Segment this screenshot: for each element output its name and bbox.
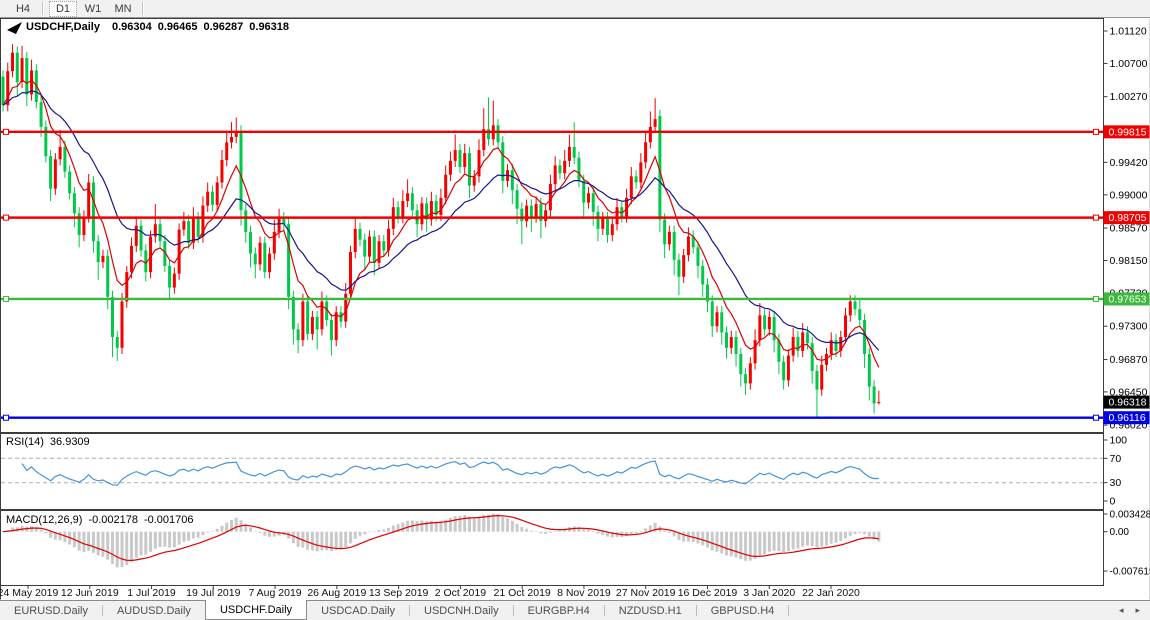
ohlc-low: 0.96287 (204, 21, 244, 33)
svg-text:2 Oct 2019: 2 Oct 2019 (435, 587, 487, 599)
svg-text:13 Sep 2019: 13 Sep 2019 (369, 587, 429, 599)
ohlc-high: 0.96465 (158, 21, 198, 33)
svg-text:8 Nov 2019: 8 Nov 2019 (557, 587, 611, 599)
svg-text:3 Jan 2020: 3 Jan 2020 (743, 587, 795, 599)
tab-audusd-daily[interactable]: AUDUSD.Daily (103, 601, 205, 620)
price-axis: 1.01120 1.00700 1.00270 0.99420 0.99000 0.985… (1104, 26, 1150, 432)
tab-scroll-right-icon[interactable]: ▸ (1135, 605, 1140, 616)
rsi-name: RSI(14) (6, 436, 44, 448)
svg-text:16 Dec 2019: 16 Dec 2019 (678, 587, 738, 599)
svg-text:22 Jan 2020: 22 Jan 2020 (802, 587, 860, 599)
tab-nzdusd-h1[interactable]: NZDUSD.H1 (605, 601, 696, 620)
svg-text:1.00700: 1.00700 (1110, 58, 1148, 70)
symbol-tab-bar: EURUSD.Daily AUDUSD.Daily USDCHF.Daily U… (0, 600, 1150, 620)
svg-text:26 Aug 2019: 26 Aug 2019 (307, 587, 366, 599)
svg-text:30: 30 (1110, 477, 1122, 489)
panel-frames (1, 19, 1150, 600)
svg-text:0.97300: 0.97300 (1110, 321, 1148, 333)
tab-gbpusd-h4[interactable]: GBPUSD.H4 (697, 601, 789, 620)
toolbar-separator (42, 2, 44, 15)
svg-text:1.00270: 1.00270 (1110, 91, 1148, 103)
tab-divider (788, 605, 789, 616)
svg-text:1 Jul 2019: 1 Jul 2019 (127, 587, 176, 599)
chart-symbol-label: USDCHF,Daily 0.96304 0.96465 0.96287 0.96318 (26, 21, 295, 33)
timeframe-mn-button[interactable]: MN (110, 2, 136, 16)
macd-signal-value: -0.001706 (144, 514, 194, 526)
svg-text:0.003428: 0.003428 (1110, 510, 1150, 521)
macd-name: MACD(12,26,9) (6, 514, 82, 526)
svg-text:1.01120: 1.01120 (1110, 26, 1147, 38)
svg-text:0.96870: 0.96870 (1110, 354, 1148, 366)
svg-text:21 Oct 2019: 21 Oct 2019 (494, 587, 551, 599)
tab-usdchf-daily[interactable]: USDCHF.Daily (205, 600, 307, 620)
macd-indicator-label: MACD(12,26,9) -0.002178 -0.001706 (6, 514, 194, 526)
svg-text:0.97653: 0.97653 (1109, 293, 1147, 305)
rsi-value: 36.9309 (50, 436, 90, 448)
timeframe-w1-button[interactable]: W1 (80, 2, 106, 16)
macd-main-value: -0.002178 (88, 514, 138, 526)
timeframe-h4-button[interactable]: H4 (10, 2, 36, 16)
tab-scroll-left-icon[interactable]: ◂ (1119, 605, 1124, 616)
rsi-indicator-label: RSI(14) 36.9309 (6, 436, 90, 448)
svg-text:0.99815: 0.99815 (1109, 126, 1147, 138)
svg-text:24 May 2019: 24 May 2019 (0, 587, 59, 599)
svg-text:0.96318: 0.96318 (1109, 397, 1147, 409)
ohlc-close: 0.96318 (249, 21, 289, 33)
tab-eurgbp-h4[interactable]: EURGBP.H4 (514, 601, 604, 620)
timeframe-toolbar: H4 D1 W1 MN (0, 0, 1150, 18)
mt4-terminal: { "toolbar": { "buttons": [ {"label": "H… (0, 0, 1150, 620)
svg-text:0.98570: 0.98570 (1110, 223, 1148, 235)
tab-usdcad-daily[interactable]: USDCAD.Daily (307, 601, 409, 620)
toolbar-separator (142, 2, 144, 15)
svg-text:0.00: 0.00 (1110, 527, 1130, 538)
svg-text:-0.007615: -0.007615 (1110, 567, 1150, 578)
svg-text:27 Nov 2019: 27 Nov 2019 (616, 587, 676, 599)
svg-text:70: 70 (1110, 453, 1122, 465)
tab-eurusd-daily[interactable]: EURUSD.Daily (0, 601, 102, 620)
svg-text:0.98150: 0.98150 (1110, 255, 1148, 267)
ohlc-open: 0.96304 (112, 21, 152, 33)
svg-text:19 Jul 2019: 19 Jul 2019 (186, 587, 240, 599)
svg-text:7 Aug 2019: 7 Aug 2019 (249, 587, 302, 599)
tab-usdcnh-daily[interactable]: USDCNH.Daily (410, 601, 513, 620)
svg-text:0.96116: 0.96116 (1109, 412, 1146, 424)
candlestick-chart-canvas[interactable]: 1.01120 1.00700 1.00270 0.99420 0.99000 0.985… (0, 0, 1150, 620)
svg-text:12 Jun 2019: 12 Jun 2019 (61, 587, 119, 599)
svg-text:0.99000: 0.99000 (1110, 189, 1148, 201)
svg-text:100: 100 (1110, 435, 1128, 447)
date-axis: 24 May 201912 Jun 2019 1 Jul 2019 19 Jul 2… (0, 586, 860, 600)
svg-text:0.99420: 0.99420 (1110, 157, 1148, 169)
symbol-period-text: USDCHF,Daily (26, 21, 100, 33)
svg-text:0: 0 (1110, 496, 1116, 508)
svg-text:0.98705: 0.98705 (1109, 212, 1147, 224)
tab-scroll-controls: ◂ ▸ (1119, 601, 1150, 620)
timeframe-d1-button[interactable]: D1 (50, 2, 76, 16)
